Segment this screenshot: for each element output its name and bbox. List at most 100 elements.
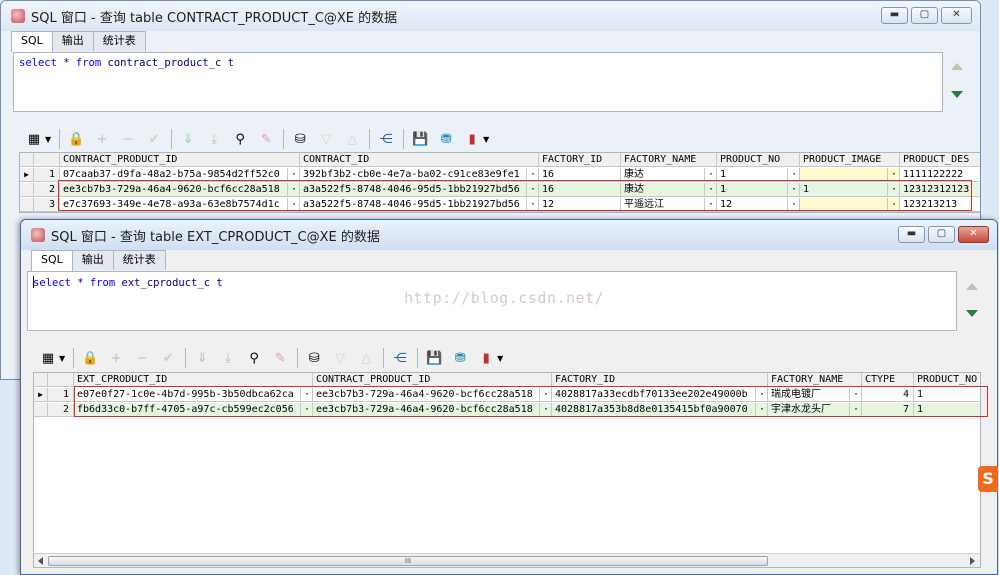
table-cell[interactable]: 4028817a353b8d8e0135415bf0a90070 [552, 403, 756, 417]
table-cell[interactable]: 7 [862, 403, 914, 417]
column-header[interactable]: PRODUCT_IMAGE [800, 153, 900, 167]
fetch-last-icon[interactable]: ⤓ [217, 347, 239, 369]
horizontal-scrollbar[interactable]: III [34, 553, 980, 567]
maximize-button[interactable]: ▢ [928, 226, 955, 243]
grid-view-icon[interactable]: ▦ [37, 347, 59, 369]
previous-record-icon[interactable]: ▽ [329, 347, 351, 369]
table-cell[interactable]: 16 [539, 183, 621, 197]
find-binoculars-icon[interactable]: ⚲ [243, 347, 265, 369]
post-changes-icon[interactable]: ✔ [143, 128, 165, 150]
export-database-icon[interactable]: ⛃ [435, 128, 457, 150]
tree-view-icon[interactable]: ⋲ [375, 128, 397, 150]
tree-view-icon[interactable]: ⋲ [389, 347, 411, 369]
table-cell[interactable]: 12 [539, 198, 621, 212]
lock-icon[interactable]: 🔒 [79, 347, 101, 369]
table-cell[interactable]: 123213213 [900, 198, 980, 212]
table-cell[interactable]: fb6d33c0-b7ff-4705-a97c-cb599ec2c056 [74, 403, 301, 417]
chevron-down-icon[interactable]: ▼ [483, 135, 489, 144]
window2-titlebar[interactable]: SQL 窗口 - 查询 table EXT_CPRODUCT_C@XE 的数据 … [21, 220, 997, 250]
table-cell[interactable]: ee3cb7b3-729a-46a4-9620-bcf6cc28a518 [60, 183, 288, 197]
column-header[interactable]: CTYPE [862, 373, 914, 387]
column-header[interactable]: EXT_CPRODUCT_ID [74, 373, 313, 387]
column-header[interactable]: CONTRACT_ID [300, 153, 539, 167]
arrow-up-icon[interactable] [951, 63, 963, 70]
close-button[interactable]: ✕ [941, 7, 972, 24]
table-cell[interactable]: 宇津水龙头厂 [768, 403, 850, 417]
tab-output[interactable]: 输出 [51, 31, 94, 51]
table-cell[interactable] [800, 168, 888, 182]
table-cell[interactable]: a3a522f5-8748-4046-95d5-1bb21927bd56 [300, 183, 527, 197]
table-cell[interactable]: e7c37693-349e-4e78-a93a-63e8b7574d1c [60, 198, 288, 212]
sql-editor[interactable]: select * from contract_product_c t [13, 52, 943, 112]
query-by-example-icon[interactable]: ⛁ [289, 128, 311, 150]
delete-record-icon[interactable]: − [131, 347, 153, 369]
clear-icon[interactable]: ✎ [269, 347, 291, 369]
table-cell[interactable]: e07e0f27-1c0e-4b7d-995b-3b50dbca62ca [74, 388, 301, 402]
save-icon[interactable]: 💾 [409, 128, 431, 150]
post-changes-icon[interactable]: ✔ [157, 347, 179, 369]
table-cell[interactable]: 4028817a33ecdbf70133ee202e49000b [552, 388, 756, 402]
scroll-right-icon[interactable] [970, 557, 975, 565]
chevron-down-icon[interactable]: ▼ [59, 354, 65, 363]
export-database-icon[interactable]: ⛃ [449, 347, 471, 369]
table-cell[interactable]: 4 [862, 388, 914, 402]
tab-output[interactable]: 输出 [71, 250, 114, 270]
query-by-example-icon[interactable]: ⛁ [303, 347, 325, 369]
column-header[interactable]: FACTORY_ID [552, 373, 768, 387]
minimize-button[interactable]: ▬ [898, 226, 925, 243]
table-cell[interactable]: 瑞成电镀厂 [768, 388, 850, 402]
scroll-left-icon[interactable] [38, 557, 43, 565]
table-cell[interactable]: ee3cb7b3-729a-46a4-9620-bcf6cc28a518 [313, 403, 540, 417]
table-cell[interactable]: 1 [914, 403, 980, 417]
chevron-down-icon[interactable]: ▼ [45, 135, 51, 144]
save-icon[interactable]: 💾 [423, 347, 445, 369]
column-header[interactable]: FACTORY_NAME [621, 153, 717, 167]
table-cell[interactable]: ee3cb7b3-729a-46a4-9620-bcf6cc28a518 [313, 388, 540, 402]
close-button[interactable]: ✕ [958, 226, 989, 243]
sogou-ime-icon[interactable]: S [978, 466, 998, 492]
arrow-up-icon[interactable] [966, 283, 978, 290]
table-cell[interactable]: 1 [717, 168, 788, 182]
table-cell[interactable]: 12312312123 [900, 183, 980, 197]
column-header[interactable]: CONTRACT_PRODUCT_ID [60, 153, 300, 167]
add-record-icon[interactable]: + [105, 347, 127, 369]
column-header[interactable]: PRODUCT_NO [717, 153, 800, 167]
table-cell[interactable]: a3a522f5-8748-4046-95d5-1bb21927bd56 [300, 198, 527, 212]
table-cell[interactable]: 平遥远江 [621, 198, 705, 212]
column-header[interactable]: FACTORY_NAME [768, 373, 862, 387]
add-record-icon[interactable]: + [91, 128, 113, 150]
table-cell[interactable]: 1 [914, 388, 980, 402]
column-header[interactable]: FACTORY_ID [539, 153, 621, 167]
clear-icon[interactable]: ✎ [255, 128, 277, 150]
arrow-down-icon[interactable] [951, 91, 963, 98]
table-cell[interactable]: 12 [717, 198, 788, 212]
table-cell[interactable]: 16 [539, 168, 621, 182]
fetch-next-icon[interactable]: ⇓ [191, 347, 213, 369]
window1-titlebar[interactable]: SQL 窗口 - 查询 table CONTRACT_PRODUCT_C@XE … [1, 1, 980, 31]
scrollbar-thumb[interactable]: III [48, 556, 768, 566]
table-cell[interactable]: 康达 [621, 183, 705, 197]
arrow-down-icon[interactable] [966, 310, 978, 317]
column-header[interactable]: PRODUCT_NO [914, 373, 980, 387]
delete-record-icon[interactable]: − [117, 128, 139, 150]
tab-sql[interactable]: SQL [31, 250, 73, 271]
lock-icon[interactable]: 🔒 [65, 128, 87, 150]
next-record-icon[interactable]: △ [355, 347, 377, 369]
find-binoculars-icon[interactable]: ⚲ [229, 128, 251, 150]
tab-sql[interactable]: SQL [11, 31, 53, 52]
table-cell[interactable]: 康达 [621, 168, 705, 182]
table-cell[interactable]: 392bf3b2-cb0e-4e7a-ba02-c91ce83e9fe1 [300, 168, 527, 182]
maximize-button[interactable]: ▢ [911, 7, 938, 24]
column-header[interactable]: CONTRACT_PRODUCT_ID [313, 373, 552, 387]
table-cell[interactable]: 1 [800, 183, 888, 197]
tab-statistics[interactable]: 统计表 [112, 250, 166, 270]
table-cell[interactable] [800, 198, 888, 212]
chevron-down-icon[interactable]: ▼ [497, 354, 503, 363]
column-header[interactable]: PRODUCT_DES [900, 153, 980, 167]
fetch-next-icon[interactable]: ⇓ [177, 128, 199, 150]
table-cell[interactable]: 1111122222 [900, 168, 980, 182]
tab-statistics[interactable]: 统计表 [92, 31, 146, 51]
table-cell[interactable]: 1 [717, 183, 788, 197]
chart-icon[interactable]: ▮ [461, 128, 483, 150]
fetch-last-icon[interactable]: ⤓ [203, 128, 225, 150]
